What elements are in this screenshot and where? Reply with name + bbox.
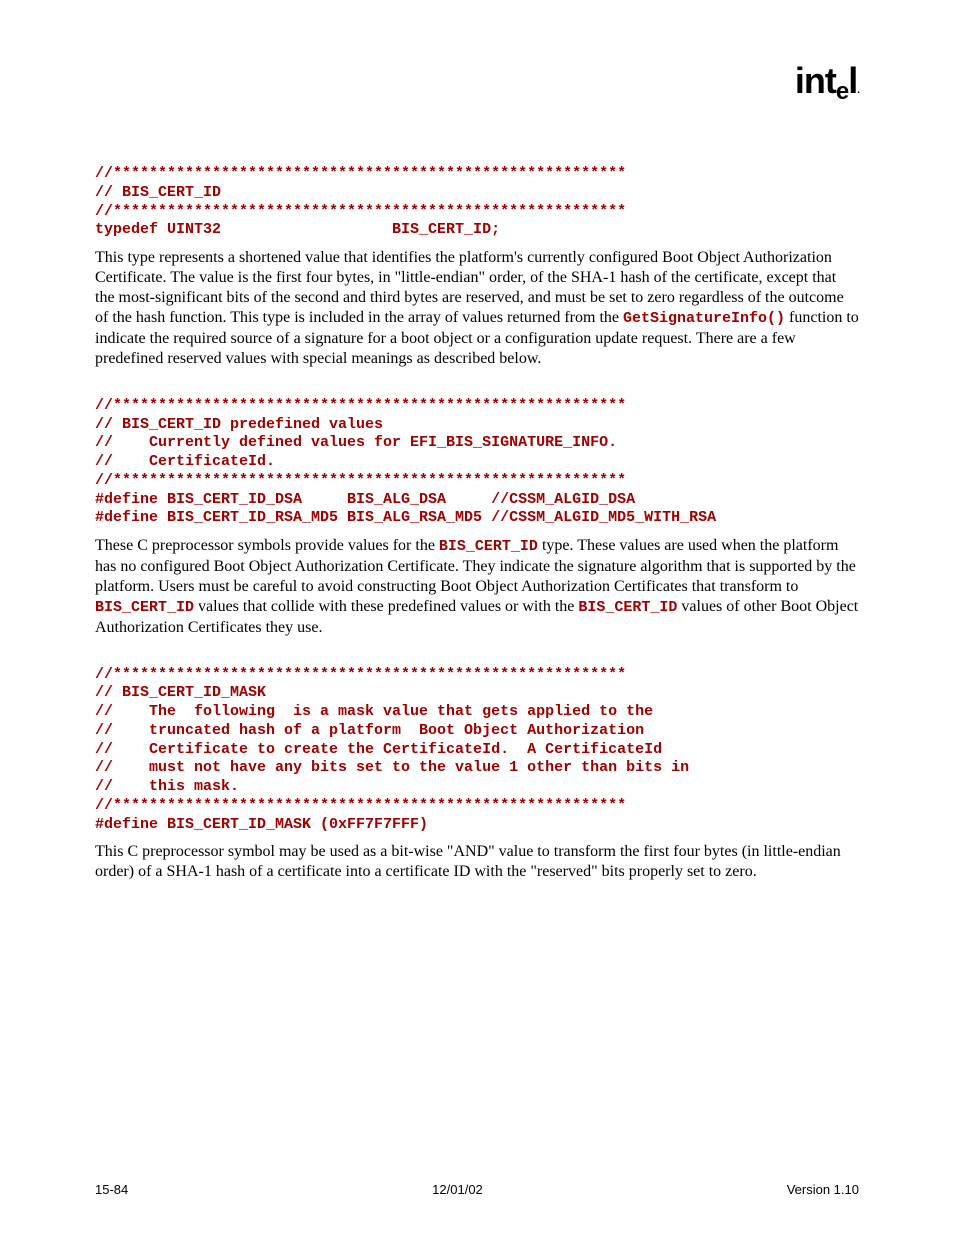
para2-text-c: values that collide with these predefine…: [194, 598, 578, 615]
paragraph-3: This C preprocessor symbol may be used a…: [95, 842, 859, 882]
para2-text-a: These C preprocessor symbols provide val…: [95, 537, 439, 554]
code-inline-biscertid-1: BIS_CERT_ID: [439, 538, 538, 555]
code-block-2: //**************************************…: [95, 397, 859, 528]
code-inline-getsignatureinfo: GetSignatureInfo(): [623, 310, 785, 327]
content-area: //**************************************…: [95, 165, 859, 882]
footer-date: 12/01/02: [432, 1182, 483, 1197]
code-block-1: //**************************************…: [95, 165, 859, 240]
footer-version: Version 1.10: [787, 1182, 859, 1197]
paragraph-2: These C preprocessor symbols provide val…: [95, 536, 859, 638]
footer-page-number: 15-84: [95, 1182, 128, 1197]
code-inline-biscertid-3: BIS_CERT_ID: [578, 599, 677, 616]
paragraph-1: This type represents a shortened value t…: [95, 248, 859, 369]
code-block-3: //**************************************…: [95, 666, 859, 835]
intel-logo: intel.: [795, 60, 859, 102]
document-page: intel. //*******************************…: [0, 0, 954, 1235]
page-footer: 15-84 12/01/02 Version 1.10: [95, 1182, 859, 1197]
code-inline-biscertid-2: BIS_CERT_ID: [95, 599, 194, 616]
